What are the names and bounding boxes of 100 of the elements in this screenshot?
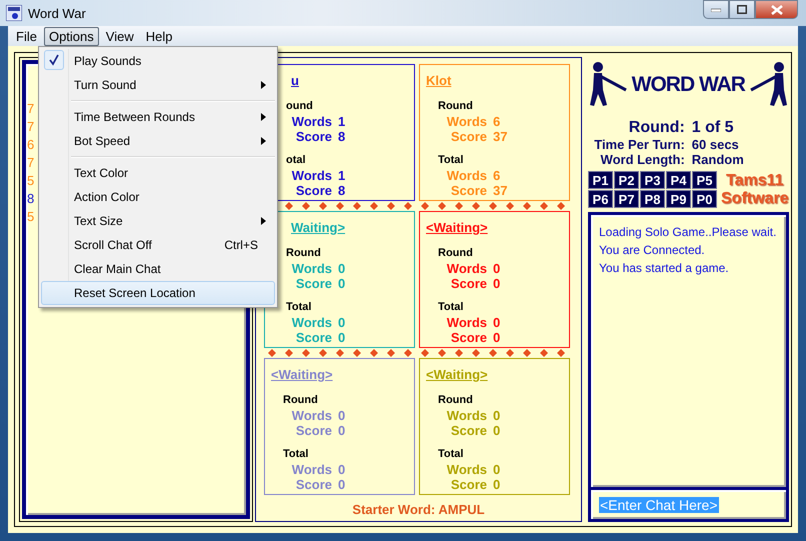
maximize-icon (737, 5, 747, 14)
stat-value: 37 (493, 129, 508, 144)
stat-label: Score (296, 183, 332, 198)
stat-value: 0 (338, 408, 346, 423)
word-score: 5 (27, 173, 34, 188)
stat-label: Score (450, 330, 487, 345)
stat-label: Score (296, 477, 332, 492)
stat-label: Words (446, 315, 487, 330)
maximize-button[interactable] (729, 0, 755, 19)
section-label: Round (286, 247, 321, 259)
section-label: Total (286, 301, 312, 313)
stat-label: Score (296, 423, 332, 438)
stat-value: 0 (493, 408, 500, 423)
stat-value: 1 (338, 114, 346, 129)
stat-value: 8 (338, 183, 346, 198)
menu-option[interactable]: Bot Speed (41, 129, 275, 153)
stat-value: 0 (338, 477, 346, 492)
stat-label: Score (450, 276, 487, 291)
menu-item[interactable]: Options (44, 26, 99, 46)
stat-label: Words (446, 408, 487, 423)
word-score: 7 (27, 155, 34, 170)
stat-value: 6 (493, 114, 500, 129)
section-label: ound (286, 100, 313, 112)
menu-option[interactable]: Play Sounds (41, 49, 275, 73)
player-button[interactable]: P3 (640, 171, 665, 189)
menu-item[interactable]: View (100, 26, 139, 46)
player-name[interactable]: <Waiting> (426, 220, 488, 235)
player-button[interactable]: P7 (614, 190, 639, 208)
word-score: 6 (27, 137, 34, 152)
stat-label: Score (296, 330, 332, 345)
logo-text: WORD WAR (632, 73, 745, 97)
word-score: 7 (27, 101, 34, 116)
menu-option[interactable]: Scroll Chat Off Ctrl+S (41, 233, 275, 257)
word-score: 8 (27, 191, 34, 206)
stat-label: Score (450, 183, 487, 198)
stat-value: 1 (338, 168, 346, 183)
stat-label: Score (450, 423, 487, 438)
minimize-icon (711, 8, 721, 12)
section-label: Total (438, 448, 464, 460)
stat-label: Words (292, 261, 332, 276)
player-button[interactable]: P0 (692, 190, 717, 208)
menu-option[interactable]: Clear Main Chat (41, 257, 275, 281)
player-button[interactable]: P2 (614, 171, 639, 189)
stat-value: 37 (493, 183, 508, 198)
brand-text: Tams11 (726, 172, 784, 190)
starter-word: Starter Word: AMPUL (351, 502, 486, 517)
menu-item[interactable]: File (11, 26, 42, 46)
section-label: Round (438, 394, 473, 406)
stat-label: Words (292, 462, 332, 477)
section-label: Round (438, 100, 473, 112)
info-value: 1 of 5 (692, 119, 735, 137)
section-label: Round (438, 247, 473, 259)
stat-value: 0 (338, 462, 346, 477)
stat-label: Words (292, 315, 332, 330)
window-title: Word War (28, 6, 87, 20)
stat-label: Score (296, 276, 332, 291)
stat-label: Words (446, 168, 487, 183)
menu-option[interactable]: Text Size (41, 209, 275, 233)
stat-label: Words (446, 261, 487, 276)
close-icon (770, 4, 782, 14)
app-icon (6, 5, 22, 21)
section-label: Round (283, 394, 318, 406)
minimize-button[interactable] (703, 0, 729, 19)
chat-message: You are Connected. (599, 243, 705, 257)
section-label: Total (283, 448, 308, 460)
brand-text: Software (721, 190, 789, 208)
stat-value: 0 (338, 261, 346, 276)
stat-value: 0 (493, 315, 500, 330)
player-button[interactable]: P8 (640, 190, 665, 208)
menu-option[interactable]: Turn Sound (41, 73, 275, 97)
word-score: 5 (27, 209, 34, 224)
stat-label: Words (446, 462, 487, 477)
menu-item[interactable]: Help (140, 26, 178, 46)
info-value: Random (692, 152, 745, 167)
stat-value: 0 (493, 423, 500, 438)
stat-label: Words (292, 168, 332, 183)
close-button[interactable] (755, 0, 798, 19)
section-label: otal (286, 154, 306, 166)
info-label: Round: (628, 119, 685, 137)
stat-value: 0 (493, 330, 500, 345)
stat-value: 0 (338, 276, 346, 291)
stat-value: 0 (338, 423, 346, 438)
player-button[interactable]: P6 (588, 190, 613, 208)
menu-option[interactable]: Text Color (41, 161, 275, 185)
stat-value: 6 (493, 168, 500, 183)
section-label: Total (438, 301, 464, 313)
player-button[interactable]: P9 (666, 190, 691, 208)
player-name[interactable]: u (291, 73, 299, 88)
menu-option[interactable]: Action Color (41, 185, 275, 209)
player-button[interactable]: P5 (692, 171, 717, 189)
menu-option[interactable]: Reset Screen Location (41, 281, 275, 305)
player-button[interactable]: P4 (666, 171, 691, 189)
stat-value: 0 (493, 462, 500, 477)
menu-option[interactable]: Time Between Rounds (41, 105, 275, 129)
stat-value: 8 (338, 129, 346, 144)
chat-message: Loading Solo Game..Please wait. (599, 225, 776, 239)
stat-label: Words (292, 408, 332, 423)
stat-value: 0 (338, 330, 346, 345)
player-button[interactable]: P1 (588, 171, 613, 189)
stat-label: Words (292, 114, 332, 129)
